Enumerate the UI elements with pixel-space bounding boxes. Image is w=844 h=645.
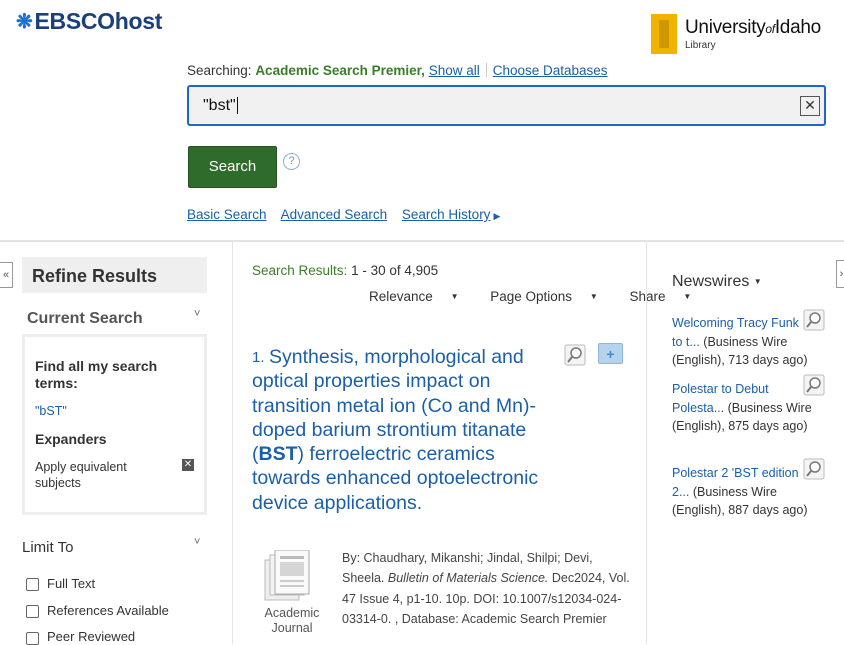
newswires-header[interactable]: Newswires ▼ <box>672 273 762 291</box>
current-search-header[interactable]: Current Search <box>27 310 143 328</box>
caret-down-icon: ▼ <box>589 292 598 301</box>
full-text-label: Full Text <box>47 576 96 591</box>
logo-text: EBSCOhost <box>34 8 163 34</box>
page-options-dropdown[interactable]: Page Options ▼ <box>490 289 612 304</box>
refine-results-title: Refine Results <box>22 257 207 293</box>
newswire-item: Polestar 2 'BST edition 2... (Business W… <box>672 464 812 520</box>
add-to-folder-icon[interactable] <box>598 343 623 364</box>
share-label: Share <box>629 289 666 304</box>
newswire-item: Polestar to Debut Polesta... (Business W… <box>672 380 812 436</box>
show-all-link[interactable]: Show all <box>429 63 480 78</box>
newswire-item: Welcoming Tracy Funk to t... (Business W… <box>672 314 812 370</box>
peer-reviewed-label: Peer Reviewed <box>47 629 136 644</box>
preview-magnifier-icon[interactable] <box>564 344 586 366</box>
result-journal: Bulletin of Materials Science. <box>387 571 549 586</box>
page-options-label: Page Options <box>490 289 573 304</box>
institution-name: UniversityofIdaho <box>685 17 821 38</box>
divider <box>485 63 487 77</box>
preview-magnifier-icon[interactable] <box>803 309 825 331</box>
collapse-left-button[interactable]: « <box>0 262 13 288</box>
searching-line: Searching: Academic Search Premier, Show… <box>187 63 608 78</box>
results-count-label: Search Results: <box>252 263 348 278</box>
advanced-search-link[interactable]: Advanced Search <box>281 207 388 222</box>
publication-type-label: Academic Journal <box>264 606 320 635</box>
current-search-label: Current Search <box>27 310 143 327</box>
search-query-text: "bst" <box>203 97 236 114</box>
share-dropdown[interactable]: Share ▼ <box>630 289 706 304</box>
database-name: Academic Search Premier, <box>255 63 425 78</box>
results-toolbar: Relevance ▼ Page Options ▼ Share ▼ <box>369 289 719 304</box>
text-cursor <box>236 97 238 114</box>
relevance-dropdown[interactable]: Relevance ▼ <box>369 289 472 304</box>
caret-down-icon: ▼ <box>450 292 459 301</box>
search-term-link[interactable]: "bST" <box>35 404 67 418</box>
references-available-checkbox[interactable] <box>26 605 39 618</box>
caret-down-icon: ▼ <box>753 277 762 286</box>
searching-label: Searching: <box>187 63 252 78</box>
search-input[interactable]: "bst" <box>187 85 826 126</box>
academic-journal-icon <box>264 550 310 601</box>
peer-reviewed-checkbox[interactable] <box>26 632 39 645</box>
close-icon[interactable]: ✕ <box>800 96 820 116</box>
result-metadata: By: Chaudhary, Mikanshi; Jindal, Shilpi;… <box>342 548 632 629</box>
results-count-value: 1 - 30 of 4,905 <box>351 263 439 278</box>
search-mode-links: Basic Search Advanced Search Search Hist… <box>187 207 500 222</box>
relevance-label: Relevance <box>369 289 433 304</box>
result-title-link[interactable]: Synthesis, morphological and optical pro… <box>252 345 542 515</box>
remove-expander-icon[interactable]: ✕ <box>182 459 194 471</box>
title-highlight: BST <box>258 443 298 466</box>
full-text-checkbox[interactable] <box>26 578 39 591</box>
preview-magnifier-icon[interactable] <box>803 458 825 480</box>
collapse-right-button[interactable]: › <box>836 260 844 288</box>
search-button[interactable]: Search <box>188 146 277 188</box>
newswire-meta: (Business Wire (English), 887 days ago) <box>672 484 808 518</box>
chevron-down-icon[interactable]: ˅ <box>194 536 200 548</box>
preview-magnifier-icon[interactable] <box>803 374 825 396</box>
results-count: Search Results: 1 - 30 of 4,905 <box>252 263 438 278</box>
choose-databases-link[interactable]: Choose Databases <box>493 63 608 78</box>
limit-to-header[interactable]: Limit To <box>22 539 73 556</box>
ebsco-leaf-icon: ❋ <box>16 11 33 33</box>
caret-down-icon: ▼ <box>683 292 692 301</box>
search-history-link[interactable]: Search History <box>402 207 491 222</box>
expanders-label: Expanders <box>35 431 107 447</box>
chevron-down-icon[interactable]: ˅ <box>194 308 200 320</box>
basic-search-link[interactable]: Basic Search <box>187 207 267 222</box>
find-all-label: Find all my search terms: <box>35 358 158 391</box>
help-icon[interactable]: ? <box>283 153 300 170</box>
institution-sub: Library <box>685 40 716 51</box>
triangle-right-icon: ▶ <box>493 211 501 221</box>
right-panel-divider <box>646 242 647 644</box>
references-available-label: References Available <box>47 603 169 618</box>
institution-logo[interactable]: UniversityofIdaho Library <box>651 14 821 54</box>
newswires-title: Newswires <box>672 273 750 290</box>
university-i-icon <box>651 14 677 54</box>
ebscohost-logo[interactable]: ❋ EBSCOhost <box>16 8 162 35</box>
apply-equivalent-label: Apply equivalent subjects <box>35 460 127 490</box>
